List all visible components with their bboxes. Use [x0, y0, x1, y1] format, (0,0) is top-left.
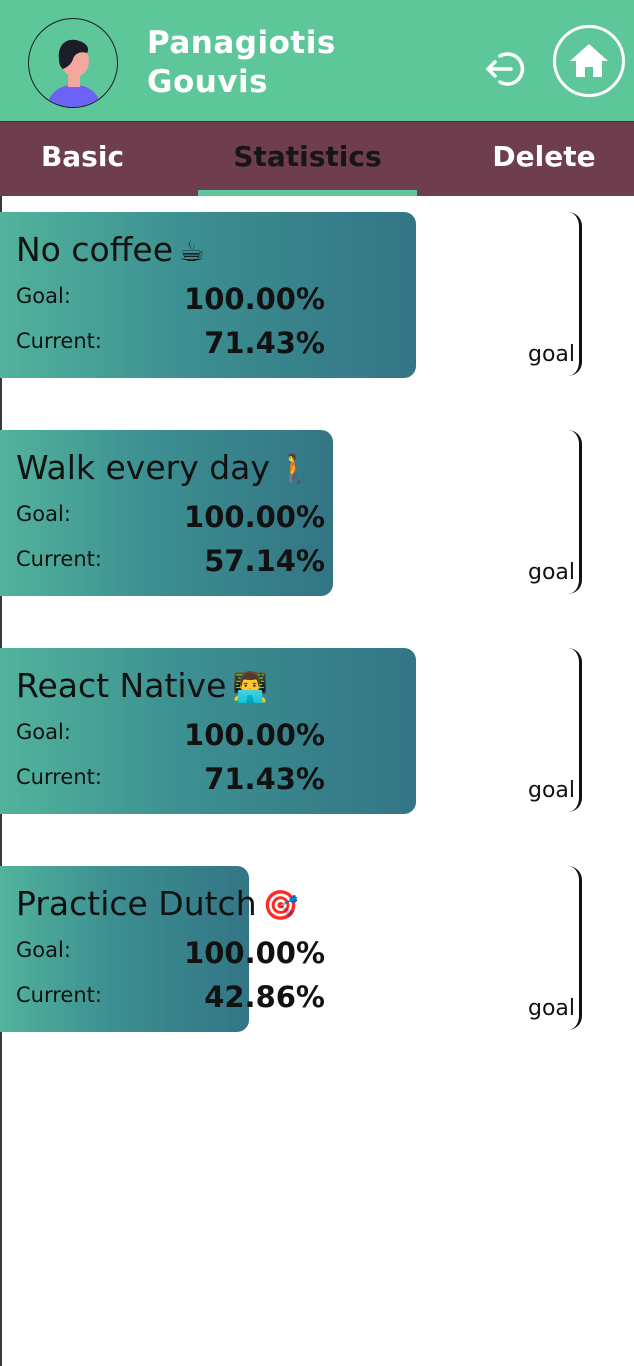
goal-marker-label: goal [528, 778, 576, 803]
tab-statistics[interactable]: Statistics [198, 122, 417, 196]
habit-card: No coffee ☕ Goal: 100.00% Current: 71.43%… [0, 212, 634, 378]
goal-value: 100.00% [184, 500, 325, 534]
active-tab-indicator [198, 190, 417, 196]
habit-emoji: 🎯 [262, 888, 299, 922]
goal-label: Goal: [16, 502, 71, 526]
goal-value: 100.00% [184, 282, 325, 316]
goal-marker-label: goal [528, 996, 576, 1021]
current-value: 57.14% [204, 544, 325, 578]
profile-header: Panagiotis Gouvis [0, 0, 634, 121]
goal-label: Goal: [16, 720, 71, 744]
goal-value: 100.00% [184, 718, 325, 752]
current-value: 71.43% [204, 762, 325, 796]
current-value: 42.86% [204, 980, 325, 1014]
logout-button[interactable] [484, 46, 530, 92]
current-value: 71.43% [204, 326, 325, 360]
goal-label: Goal: [16, 284, 71, 308]
goal-value: 100.00% [184, 936, 325, 970]
home-icon [570, 44, 608, 77]
goal-marker-label: goal [528, 342, 576, 367]
current-label: Current: [16, 547, 102, 571]
habit-emoji: 👨‍💻 [232, 670, 269, 704]
habit-title: No coffee ☕ [16, 228, 205, 273]
goal-marker-label: goal [528, 560, 576, 585]
habit-emoji: 🚶 [275, 452, 313, 486]
habit-title-text: Walk every day [16, 448, 270, 487]
user-name: Panagiotis Gouvis [147, 25, 336, 100]
logout-icon [486, 52, 525, 86]
current-label: Current: [16, 765, 102, 789]
tab-bar: Basic Statistics Delete [0, 121, 634, 196]
habit-title-text: Practice Dutch [16, 884, 257, 923]
tab-basic[interactable]: Basic [0, 122, 165, 196]
habit-card: React Native 👨‍💻 Goal: 100.00% Current: 7… [0, 648, 634, 814]
home-button[interactable] [553, 25, 625, 97]
user-avatar-icon [28, 18, 118, 108]
habit-title-text: React Native [16, 666, 227, 705]
current-label: Current: [16, 983, 102, 1007]
tab-delete[interactable]: Delete [460, 122, 628, 196]
current-label: Current: [16, 329, 102, 353]
habit-title: React Native 👨‍💻 [16, 664, 269, 709]
habit-emoji: ☕ [179, 234, 206, 268]
habit-title-text: No coffee [16, 230, 174, 269]
goal-label: Goal: [16, 938, 71, 962]
habit-card: Practice Dutch 🎯 Goal: 100.00% Current: 4… [0, 866, 634, 1032]
habit-title: Walk every day 🚶 [16, 446, 312, 491]
habit-card: Walk every day 🚶 Goal: 100.00% Current: 5… [0, 430, 634, 596]
habit-title: Practice Dutch 🎯 [16, 882, 299, 927]
